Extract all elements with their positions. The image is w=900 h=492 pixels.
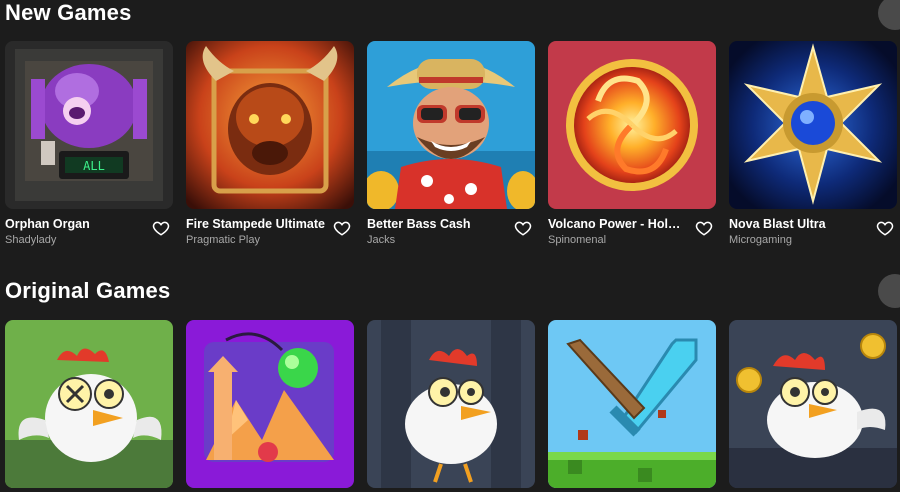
game-card[interactable]: [5, 320, 173, 488]
game-card[interactable]: Volcano Power - Hold & ... Spinomenal: [548, 41, 716, 247]
game-provider: Jacks: [367, 234, 396, 246]
game-card[interactable]: [367, 320, 535, 488]
game-title[interactable]: Volcano Power - Hold & ...: [548, 217, 688, 232]
game-provider: Spinomenal: [548, 234, 607, 246]
game-thumbnail[interactable]: [729, 41, 897, 209]
game-card[interactable]: ALL Orphan Organ Shadylady: [5, 41, 173, 247]
scroll-right-button[interactable]: [878, 274, 900, 308]
game-thumbnail[interactable]: [729, 320, 897, 488]
game-title[interactable]: Orphan Organ: [5, 217, 145, 232]
heart-outline-icon[interactable]: [514, 219, 532, 237]
new-games-row: ALL Orphan Organ Shadylady Fire Stampede…: [5, 41, 897, 247]
heart-outline-icon[interactable]: [333, 219, 351, 237]
game-thumbnail[interactable]: [548, 41, 716, 209]
heart-outline-icon[interactable]: [876, 219, 894, 237]
game-thumbnail[interactable]: [367, 320, 535, 488]
game-card[interactable]: [548, 320, 716, 488]
heart-outline-icon[interactable]: [695, 219, 713, 237]
game-title[interactable]: Nova Blast Ultra: [729, 217, 869, 232]
svg-text:ALL: ALL: [83, 159, 105, 173]
heart-outline-icon[interactable]: [152, 219, 170, 237]
scroll-right-button[interactable]: [878, 0, 900, 30]
game-provider: Shadylady: [5, 234, 57, 246]
game-thumbnail[interactable]: [186, 320, 354, 488]
original-games-row: [5, 320, 897, 488]
section-title-original-games: Original Games: [5, 278, 171, 303]
game-provider: Microgaming: [729, 234, 792, 246]
game-title[interactable]: Fire Stampede Ultimate: [186, 217, 326, 232]
game-provider: Pragmatic Play: [186, 234, 260, 246]
section-title-new-games: New Games: [5, 0, 132, 25]
game-card[interactable]: Fire Stampede Ultimate Pragmatic Play: [186, 41, 354, 247]
game-thumbnail[interactable]: [548, 320, 716, 488]
game-card[interactable]: Better Bass Cash Jacks: [367, 41, 535, 247]
game-thumbnail[interactable]: [5, 320, 173, 488]
game-thumbnail[interactable]: [186, 41, 354, 209]
game-card[interactable]: Nova Blast Ultra Microgaming: [729, 41, 897, 247]
game-thumbnail[interactable]: ALL: [5, 41, 173, 209]
game-card[interactable]: [186, 320, 354, 488]
game-title[interactable]: Better Bass Cash: [367, 217, 507, 232]
game-thumbnail[interactable]: [367, 41, 535, 209]
game-card[interactable]: [729, 320, 897, 488]
